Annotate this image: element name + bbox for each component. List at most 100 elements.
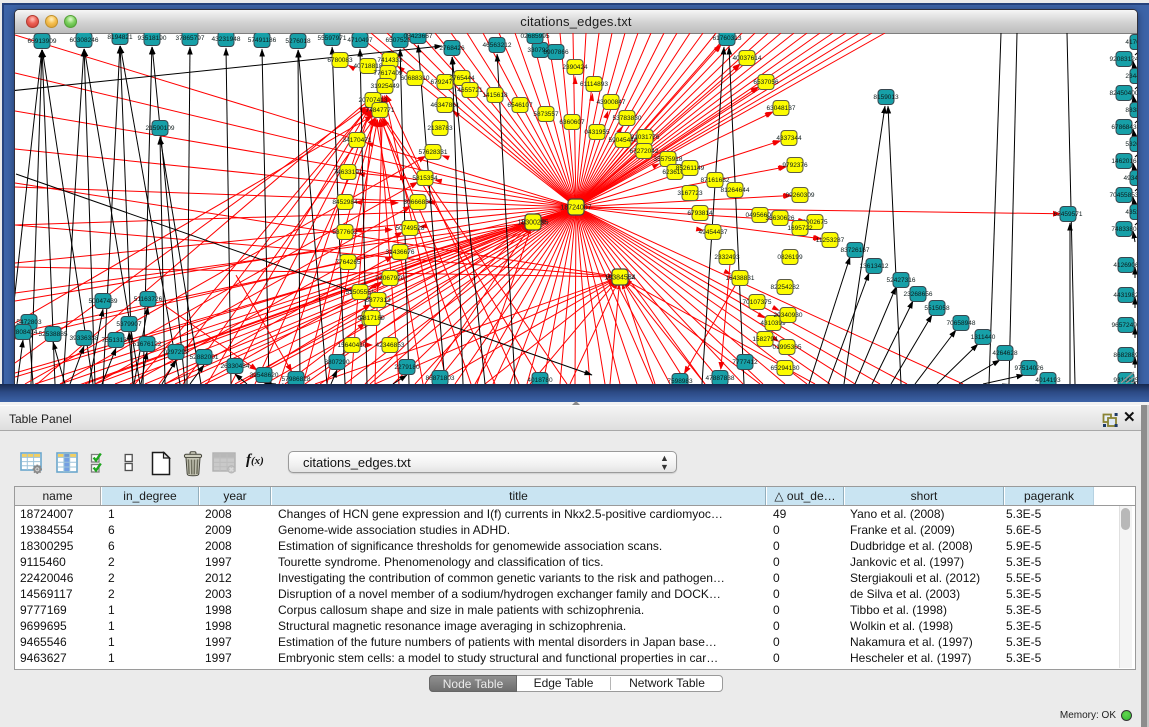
svg-text:6786843: 6786843: [1111, 124, 1137, 131]
svg-text:15640410: 15640410: [338, 342, 367, 349]
svg-text:52427316: 52427316: [887, 277, 916, 284]
svg-text:7483380: 7483380: [1111, 226, 1137, 233]
svg-text:31925449: 31925449: [371, 83, 400, 90]
svg-text:97514026: 97514026: [1015, 365, 1044, 372]
svg-text:39336338: 39336338: [70, 335, 99, 342]
svg-text:5815354: 5815354: [412, 175, 438, 182]
svg-text:35575918: 35575918: [654, 156, 683, 163]
svg-text:63048137: 63048137: [767, 105, 796, 112]
svg-text:87161682: 87161682: [701, 177, 730, 184]
svg-text:2817180: 2817180: [359, 315, 385, 322]
svg-text:39548620: 39548620: [250, 372, 279, 379]
svg-text:1462016: 1462016: [1111, 158, 1137, 165]
svg-text:5515058: 5515058: [924, 305, 950, 312]
svg-text:20340930: 20340930: [774, 312, 803, 319]
svg-text:02067970: 02067970: [376, 275, 405, 282]
svg-text:52808414: 52808414: [15, 329, 38, 336]
svg-text:77617409: 77617409: [374, 70, 403, 77]
svg-text:31436676: 31436676: [386, 249, 415, 256]
svg-text:55597971: 55597971: [318, 35, 347, 42]
svg-text:8159013: 8159013: [873, 94, 899, 101]
svg-text:7777412: 7777412: [732, 359, 758, 366]
svg-text:60913909: 60913909: [28, 38, 57, 45]
svg-text:53783830: 53783830: [613, 115, 642, 122]
svg-text:82450400: 82450400: [1110, 90, 1137, 97]
svg-text:5326502: 5326502: [1125, 141, 1137, 148]
svg-text:93518190: 93518190: [138, 35, 167, 42]
svg-text:9792376: 9792376: [782, 162, 808, 169]
svg-text:49340722: 49340722: [1124, 175, 1137, 182]
svg-text:2390424: 2390424: [562, 64, 588, 71]
svg-text:46563212: 46563212: [483, 42, 512, 49]
svg-text:8194821: 8194821: [107, 34, 133, 41]
svg-text:8807290: 8807290: [324, 359, 350, 366]
svg-text:01995305: 01995305: [773, 344, 802, 351]
svg-text:2768426: 2768426: [439, 45, 465, 52]
svg-text:74633191: 74633191: [334, 169, 363, 176]
svg-text:0431955: 0431955: [584, 129, 610, 136]
svg-text:74847771: 74847771: [366, 107, 395, 114]
svg-text:6877313: 6877313: [365, 297, 391, 304]
svg-text:57628331: 57628331: [419, 149, 448, 156]
svg-text:40718818: 40718818: [354, 63, 383, 70]
svg-text:43900847: 43900847: [597, 99, 626, 106]
svg-text:81264644: 81264644: [721, 187, 750, 194]
svg-text:51163726: 51163726: [134, 296, 163, 303]
svg-text:61114893: 61114893: [580, 81, 608, 88]
svg-text:57491186: 57491186: [248, 37, 277, 44]
svg-text:8452984: 8452984: [332, 199, 358, 206]
svg-text:4264628: 4264628: [992, 350, 1018, 357]
svg-text:52538885: 52538885: [39, 331, 68, 338]
svg-text:4014193: 4014193: [1035, 377, 1061, 384]
svg-text:34170471: 34170471: [343, 137, 372, 144]
svg-text:0297299: 0297299: [163, 349, 189, 356]
svg-text:3167723: 3167723: [677, 190, 703, 197]
svg-text:36630626: 36630626: [766, 215, 795, 222]
svg-text:8907866: 8907866: [543, 49, 569, 56]
svg-text:4170586: 4170586: [1125, 39, 1137, 46]
svg-text:1695722: 1695722: [787, 225, 813, 232]
svg-text:18300295: 18300295: [517, 220, 548, 227]
svg-text:37865797: 37865797: [176, 35, 205, 42]
svg-text:50047439: 50047439: [89, 298, 118, 305]
svg-text:60308246: 60308246: [70, 37, 99, 44]
svg-text:4710497: 4710497: [347, 37, 373, 44]
svg-text:50749528: 50749528: [396, 225, 425, 232]
svg-text:57986828: 57986828: [282, 376, 311, 383]
svg-text:2765444: 2765444: [449, 75, 475, 82]
svg-text:02685995: 02685995: [521, 33, 550, 40]
svg-text:6546107: 6546107: [507, 102, 533, 109]
svg-text:11253287: 11253287: [816, 237, 845, 244]
svg-text:7414333: 7414333: [377, 57, 403, 64]
svg-text:19384554: 19384554: [604, 275, 635, 282]
svg-text:2332493: 2332493: [714, 254, 740, 261]
svg-text:5873557: 5873557: [533, 111, 559, 118]
svg-text:21590109: 21590109: [146, 125, 175, 132]
svg-text:8682889: 8682889: [1113, 352, 1137, 359]
svg-text:4126906: 4126906: [1113, 262, 1137, 269]
svg-text:49454437: 49454437: [699, 229, 728, 236]
svg-text:1415618: 1415618: [482, 92, 508, 99]
svg-text:6360607: 6360607: [559, 119, 585, 126]
svg-text:47887838: 47887838: [706, 375, 735, 382]
svg-text:62459571: 62459571: [1054, 211, 1083, 218]
svg-text:6780083: 6780083: [327, 57, 353, 64]
svg-text:1311440: 1311440: [971, 334, 996, 341]
svg-text:0826199: 0826199: [777, 254, 803, 261]
svg-text:1582794: 1582794: [752, 336, 778, 343]
svg-text:67272042: 67272042: [630, 148, 659, 155]
svg-text:70658948: 70658948: [947, 320, 976, 327]
svg-text:5377602: 5377602: [332, 229, 358, 236]
svg-text:51676122: 51676122: [133, 341, 162, 348]
svg-text:43231948: 43231948: [212, 36, 241, 43]
svg-text:09260309: 09260309: [786, 192, 815, 199]
svg-text:5276018: 5276018: [285, 38, 311, 45]
svg-text:85261149: 85261149: [676, 165, 705, 172]
svg-text:52882001: 52882001: [190, 354, 219, 361]
svg-text:42346853: 42346853: [376, 342, 405, 349]
svg-text:16438831: 16438831: [726, 275, 755, 282]
svg-text:26330434: 26330434: [221, 363, 250, 370]
svg-text:40037614: 40037614: [733, 55, 762, 62]
svg-text:30666836: 30666836: [404, 199, 433, 206]
svg-text:23268656: 23268656: [904, 291, 933, 298]
